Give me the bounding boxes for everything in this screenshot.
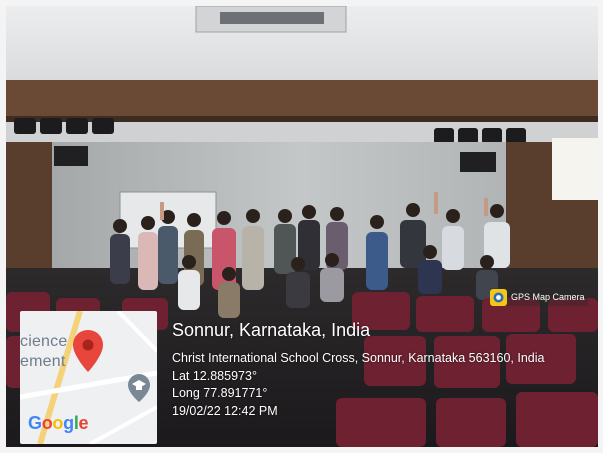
google-letter: o (41, 413, 53, 433)
address-line: Christ International School Cross, Sonnu… (172, 351, 545, 365)
google-letter: e (78, 413, 89, 433)
google-logo: Google (28, 413, 89, 434)
datetime-line: 19/02/22 12:42 PM (172, 403, 278, 418)
longitude-line: Long 77.891771° (172, 386, 268, 400)
map-label-line-2: ement (20, 353, 66, 370)
google-letter: g (63, 413, 74, 433)
map-label-line-1: cience (20, 333, 68, 350)
latitude-line: Lat 12.885973° (172, 368, 257, 383)
map-pin-icon (73, 330, 103, 372)
photo-frame: cience ement Google GPS Map Camera Sonnu… (0, 0, 603, 453)
location-map[interactable]: cience ement Google (20, 311, 157, 444)
place-title: Sonnur, Karnataka, India (172, 320, 371, 340)
gps-map-camera-badge: GPS Map Camera (490, 288, 588, 306)
google-letter: o (52, 413, 64, 433)
graduation-cap-icon (128, 374, 150, 402)
window (552, 138, 598, 200)
wooden-beam (6, 80, 598, 122)
geotagged-photo: cience ement Google GPS Map Camera Sonnu… (6, 6, 598, 447)
location-overlay: Sonnur, Karnataka, India Christ Internat… (172, 318, 592, 420)
google-letter: G (28, 413, 42, 433)
ac-vent-slot (220, 12, 324, 24)
gps-badge-label: GPS Map Camera (511, 292, 585, 302)
camera-icon (490, 288, 507, 306)
speaker-left (54, 146, 88, 166)
speaker-right (460, 152, 496, 172)
